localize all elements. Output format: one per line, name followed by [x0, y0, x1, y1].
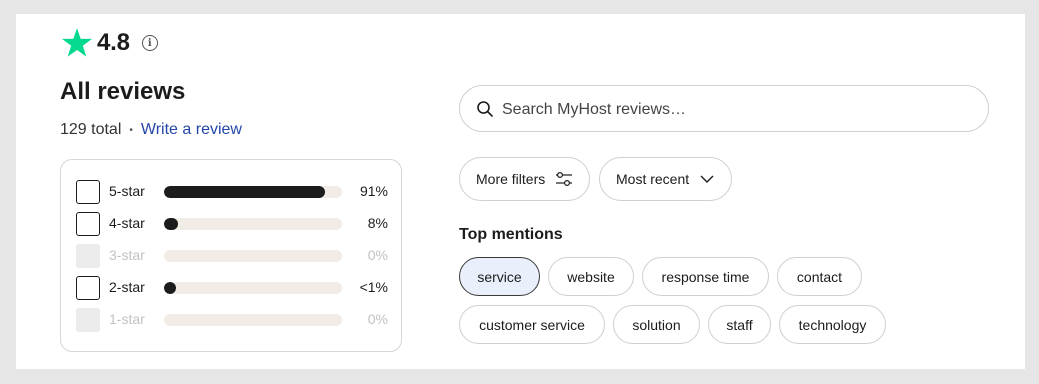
- star-row-percent: 0%: [367, 247, 388, 263]
- checkbox-5-star[interactable]: [76, 180, 100, 204]
- reviews-panel: 4.8 i All reviews 129 total • Write a re…: [16, 14, 1025, 369]
- mention-chip-solution[interactable]: solution: [613, 305, 700, 344]
- mention-chip-website[interactable]: website: [548, 257, 634, 296]
- progress-track: [164, 282, 342, 294]
- checkbox-1-star: [76, 308, 100, 332]
- mention-chip-staff[interactable]: staff: [708, 305, 771, 344]
- progress-fill: [164, 282, 176, 294]
- progress-track: [164, 186, 342, 198]
- star-row-label: 5-star: [109, 183, 145, 199]
- star-row-2[interactable]: 2-star <1%: [76, 276, 388, 300]
- star-row-label: 3-star: [109, 247, 145, 263]
- sort-label: Most recent: [616, 171, 690, 187]
- checkbox-2-star[interactable]: [76, 276, 100, 300]
- rating-summary: 4.8 i: [59, 26, 158, 60]
- star-row-3: 3-star 0%: [76, 244, 388, 268]
- checkbox-4-star[interactable]: [76, 212, 100, 236]
- star-row-label: 4-star: [109, 215, 145, 231]
- search-box[interactable]: [459, 85, 989, 133]
- mention-chip-customer-service[interactable]: customer service: [459, 305, 605, 344]
- review-total: 129 total: [60, 121, 122, 138]
- progress-fill: [164, 186, 325, 198]
- top-mentions-heading: Top mentions: [459, 226, 563, 243]
- checkbox-3-star: [76, 244, 100, 268]
- mention-chip-response-time[interactable]: response time: [642, 257, 769, 296]
- separator-dot: •: [129, 124, 133, 136]
- star-row-label: 2-star: [109, 279, 145, 295]
- page-title: All reviews: [60, 78, 186, 105]
- star-icon: [61, 28, 93, 57]
- info-icon[interactable]: i: [141, 35, 158, 51]
- progress-fill: [164, 218, 178, 230]
- star-row-5[interactable]: 5-star 91%: [76, 180, 388, 204]
- star-row-1: 1-star 0%: [76, 308, 388, 332]
- sort-dropdown[interactable]: Most recent: [599, 157, 733, 201]
- write-review-link[interactable]: Write a review: [141, 121, 242, 139]
- star-row-label: 1-star: [109, 311, 145, 327]
- progress-track: [164, 218, 342, 230]
- search-input[interactable]: [500, 86, 974, 133]
- progress-track: [164, 314, 342, 326]
- sliders-icon: [556, 171, 573, 187]
- star-row-percent: <1%: [359, 279, 388, 295]
- rating-value: 4.8: [97, 29, 130, 56]
- progress-track: [164, 250, 342, 262]
- chevron-down-icon: [700, 175, 714, 183]
- star-row-percent: 91%: [359, 183, 388, 199]
- review-count-row: 129 total • Write a review: [60, 121, 242, 139]
- mention-chip-contact[interactable]: contact: [777, 257, 862, 296]
- star-distribution: 5-star 91% 4-star 8% 3-star 0% 2-star <1…: [60, 159, 402, 352]
- star-row-4[interactable]: 4-star 8%: [76, 212, 388, 236]
- more-filters-label: More filters: [476, 171, 546, 187]
- star-row-percent: 0%: [367, 311, 388, 327]
- search-icon: [477, 101, 493, 117]
- more-filters-button[interactable]: More filters: [459, 157, 591, 201]
- mention-chip-technology[interactable]: technology: [779, 305, 886, 344]
- star-row-percent: 8%: [367, 215, 388, 231]
- mention-chip-service[interactable]: service: [459, 257, 540, 296]
